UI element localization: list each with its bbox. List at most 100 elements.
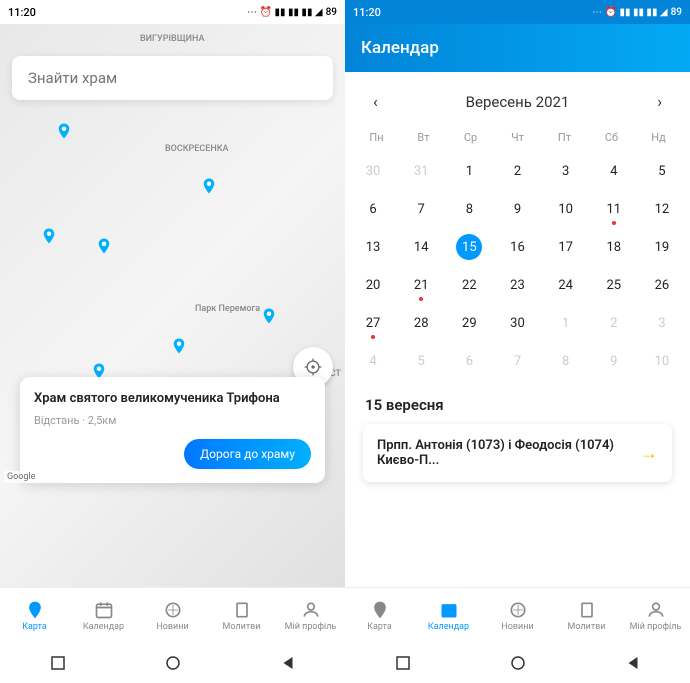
sys-home[interactable] bbox=[509, 654, 527, 672]
day-cell[interactable]: 9 bbox=[493, 190, 541, 228]
day-cell[interactable]: 23 bbox=[493, 266, 541, 304]
nav-prayers[interactable]: Молитви bbox=[207, 588, 276, 643]
day-cell[interactable]: 1 bbox=[542, 304, 590, 342]
weekday: Чт bbox=[494, 131, 541, 144]
day-cell[interactable]: 4 bbox=[349, 342, 397, 380]
sys-home[interactable] bbox=[164, 654, 182, 672]
day-cell[interactable]: 18 bbox=[590, 228, 638, 266]
day-cell[interactable]: 13 bbox=[349, 228, 397, 266]
system-nav bbox=[0, 643, 345, 683]
day-cell[interactable]: 19 bbox=[638, 228, 686, 266]
map-label: ВИГУРІВЩИНА bbox=[140, 34, 204, 44]
event-text: Прпп. Антонія (1073) і Феодосія (1074) К… bbox=[377, 438, 640, 468]
day-cell[interactable]: 1 bbox=[445, 152, 493, 190]
nav-calendar[interactable]: Календар bbox=[69, 588, 138, 643]
sys-recent[interactable] bbox=[394, 654, 412, 672]
status-bar: 11:20 ⋯ ⏰ ▮▮ ▮▮ ▮▮ ◢ 89 bbox=[0, 0, 345, 24]
map-pin[interactable] bbox=[170, 334, 188, 358]
day-cell[interactable]: 6 bbox=[445, 342, 493, 380]
event-dot bbox=[371, 335, 375, 339]
nav-calendar[interactable]: Календар bbox=[414, 588, 483, 643]
nav-map[interactable]: Карта bbox=[345, 588, 414, 643]
day-cell[interactable]: 17 bbox=[542, 228, 590, 266]
day-cell[interactable]: 15 bbox=[445, 228, 493, 266]
weekday: Пн bbox=[353, 131, 400, 144]
nav-prayers[interactable]: Молитви bbox=[552, 588, 621, 643]
day-cell[interactable]: 22 bbox=[445, 266, 493, 304]
day-cell[interactable]: 8 bbox=[445, 190, 493, 228]
sys-back[interactable] bbox=[624, 654, 642, 672]
arrow-right-icon: → bbox=[640, 443, 658, 464]
search-input[interactable] bbox=[28, 69, 317, 87]
day-cell[interactable]: 25 bbox=[590, 266, 638, 304]
search-box[interactable] bbox=[12, 56, 333, 100]
profile-icon bbox=[301, 600, 321, 620]
day-cell[interactable]: 28 bbox=[397, 304, 445, 342]
nav-profile[interactable]: Мій профіль bbox=[276, 588, 345, 643]
day-cell[interactable]: 3 bbox=[542, 152, 590, 190]
day-cell[interactable]: 26 bbox=[638, 266, 686, 304]
weekday: Вт bbox=[400, 131, 447, 144]
day-cell[interactable]: 9 bbox=[590, 342, 638, 380]
day-cell[interactable]: 10 bbox=[638, 342, 686, 380]
next-month[interactable]: › bbox=[653, 88, 666, 115]
event-card[interactable]: Прпп. Антонія (1073) і Феодосія (1074) К… bbox=[363, 424, 672, 482]
route-button[interactable]: Дорога до храму bbox=[184, 439, 311, 469]
system-nav bbox=[345, 643, 690, 683]
day-cell[interactable]: 14 bbox=[397, 228, 445, 266]
nav-profile[interactable]: Мій профіль bbox=[621, 588, 690, 643]
day-cell[interactable]: 27 bbox=[349, 304, 397, 342]
map-pin[interactable] bbox=[260, 304, 278, 328]
bottom-nav: Карта Календар Новини Молитви Мій профіл… bbox=[0, 587, 345, 643]
day-cell[interactable]: 30 bbox=[349, 152, 397, 190]
day-cell[interactable]: 8 bbox=[542, 342, 590, 380]
day-cell[interactable]: 12 bbox=[638, 190, 686, 228]
month-label: Вересень 2021 bbox=[466, 93, 570, 111]
status-time: 11:20 bbox=[353, 6, 381, 19]
map-pin[interactable] bbox=[55, 119, 73, 143]
calendar-header: Календар bbox=[345, 24, 690, 72]
day-cell[interactable]: 7 bbox=[397, 190, 445, 228]
weekday: Нд bbox=[635, 131, 682, 144]
nav-news[interactable]: Новини bbox=[138, 588, 207, 643]
day-cell[interactable]: 3 bbox=[638, 304, 686, 342]
prev-month[interactable]: ‹ bbox=[369, 88, 382, 115]
map-pin[interactable] bbox=[95, 234, 113, 258]
map-label: ВОСКРЕСЕНКА bbox=[165, 144, 229, 154]
day-cell[interactable]: 30 bbox=[493, 304, 541, 342]
day-cell[interactable]: 11 bbox=[590, 190, 638, 228]
day-cell[interactable]: 29 bbox=[445, 304, 493, 342]
sys-back[interactable] bbox=[279, 654, 297, 672]
day-cell[interactable]: 31 bbox=[397, 152, 445, 190]
day-cell[interactable]: 10 bbox=[542, 190, 590, 228]
day-cell[interactable]: 6 bbox=[349, 190, 397, 228]
church-distance: Відстань · 2,5км bbox=[34, 414, 311, 427]
day-cell[interactable]: 7 bbox=[493, 342, 541, 380]
news-icon bbox=[508, 600, 528, 620]
selected-date: 15 вересня bbox=[349, 380, 686, 424]
weekday: Ср bbox=[447, 131, 494, 144]
calendar-icon bbox=[439, 600, 459, 620]
day-cell[interactable]: 21 bbox=[397, 266, 445, 304]
day-cell[interactable]: 16 bbox=[493, 228, 541, 266]
day-cell[interactable]: 2 bbox=[590, 304, 638, 342]
map-view[interactable]: ВИГУРІВЩИНА ВОСКРЕСЕНКА Парк Перемога ДН… bbox=[0, 24, 345, 587]
google-badge: Google bbox=[4, 471, 38, 483]
weekday-row: ПнВтСрЧтПтСбНд bbox=[349, 123, 686, 152]
day-cell[interactable]: 24 bbox=[542, 266, 590, 304]
map-pin[interactable] bbox=[200, 174, 218, 198]
map-pin[interactable] bbox=[40, 224, 58, 248]
church-card[interactable]: Храм святого великомученика Трифона Відс… bbox=[20, 377, 325, 483]
status-time: 11:20 bbox=[8, 6, 36, 19]
event-dot bbox=[419, 297, 423, 301]
nav-news[interactable]: Новини bbox=[483, 588, 552, 643]
nav-map[interactable]: Карта bbox=[0, 588, 69, 643]
day-cell[interactable]: 2 bbox=[493, 152, 541, 190]
event-dot bbox=[612, 221, 616, 225]
day-cell[interactable]: 5 bbox=[397, 342, 445, 380]
sys-recent[interactable] bbox=[49, 654, 67, 672]
calendar-body: ‹ Вересень 2021 › ПнВтСрЧтПтСбНд 3031123… bbox=[345, 72, 690, 587]
day-cell[interactable]: 5 bbox=[638, 152, 686, 190]
day-cell[interactable]: 20 bbox=[349, 266, 397, 304]
day-cell[interactable]: 4 bbox=[590, 152, 638, 190]
